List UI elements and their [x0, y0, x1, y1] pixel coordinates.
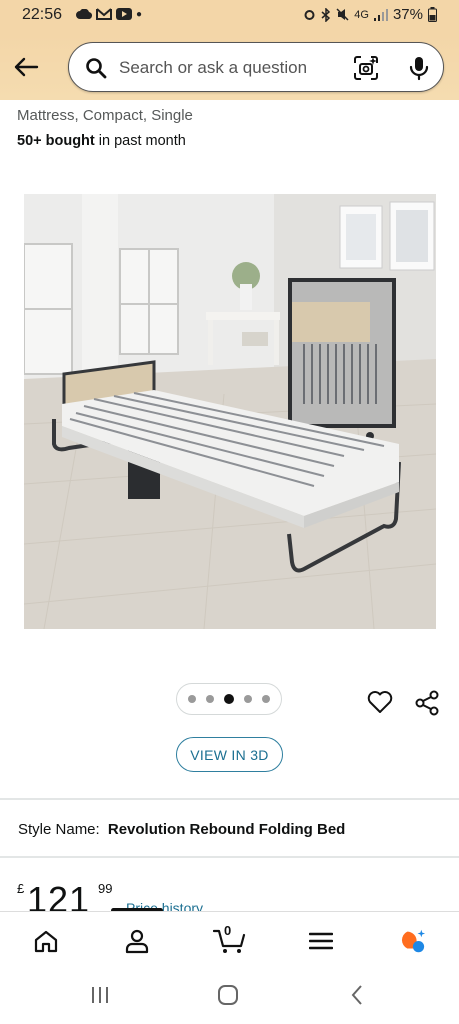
- home-icon: [34, 930, 58, 953]
- signal-icon: [373, 8, 388, 21]
- cloud-icon: [76, 9, 92, 19]
- bought-rest: in past month: [94, 133, 186, 149]
- back-system-button[interactable]: [345, 983, 369, 1007]
- hamburger-menu-icon: [309, 932, 333, 950]
- status-right: 4G 37%: [303, 6, 437, 23]
- nav-home[interactable]: [31, 926, 61, 956]
- nav-account[interactable]: [122, 926, 152, 956]
- divider: [0, 798, 459, 800]
- battery-percent: 37%: [392, 6, 423, 23]
- network-type: 4G: [354, 8, 369, 21]
- bluetooth-icon: [321, 7, 331, 22]
- carousel-dot-active[interactable]: [224, 694, 234, 704]
- youtube-icon: [116, 8, 132, 20]
- nav-rufus-ai[interactable]: [396, 926, 426, 956]
- image-carousel-indicator[interactable]: [176, 683, 282, 715]
- system-navigation-bar: [0, 967, 459, 1024]
- battery-icon: [428, 7, 437, 22]
- camera-lens-icon[interactable]: [353, 55, 379, 81]
- cart-count: 0: [224, 923, 232, 938]
- product-title-fragment[interactable]: Mattress, Compact, Single: [17, 107, 193, 124]
- share-button[interactable]: [414, 690, 440, 721]
- carousel-dot[interactable]: [188, 695, 196, 703]
- gmail-icon: [96, 8, 112, 20]
- home-circle-icon: [218, 985, 238, 1005]
- microphone-icon[interactable]: [409, 55, 429, 81]
- back-button[interactable]: [10, 51, 42, 83]
- style-value: Revolution Rebound Folding Bed: [107, 821, 346, 838]
- nav-cart[interactable]: 0: [212, 923, 248, 956]
- home-system-button[interactable]: [216, 983, 240, 1007]
- carousel-dot[interactable]: [262, 695, 270, 703]
- bought-bold: 50+ bought: [17, 133, 95, 149]
- style-label: Style Name:: [18, 821, 100, 838]
- share-icon: [415, 690, 439, 716]
- rufus-ai-icon: [401, 929, 426, 953]
- style-name-row[interactable]: Style Name: Revolution Rebound Folding B…: [18, 821, 345, 838]
- more-notifications-icon: ●: [136, 8, 143, 20]
- mute-icon: [336, 8, 349, 21]
- divider: [0, 856, 459, 858]
- back-chevron-icon: [351, 985, 362, 1005]
- heart-icon: [367, 691, 393, 713]
- search-bar[interactable]: Search or ask a question: [68, 42, 444, 92]
- view-in-3d-button[interactable]: VIEW IN 3D: [176, 737, 283, 772]
- wishlist-button[interactable]: [367, 690, 393, 719]
- nav-menu[interactable]: [306, 926, 336, 956]
- person-icon: [125, 929, 149, 954]
- recent-apps-button[interactable]: [88, 983, 112, 1007]
- product-image[interactable]: [24, 194, 436, 629]
- carousel-dot[interactable]: [206, 695, 214, 703]
- back-arrow-icon: [14, 57, 39, 77]
- price-currency: £: [17, 881, 25, 896]
- price-fraction: 99: [98, 881, 113, 896]
- notification-icons: ●: [76, 8, 142, 20]
- search-input[interactable]: Search or ask a question: [119, 58, 307, 78]
- price-whole: 121: [27, 879, 91, 913]
- bought-count: 50+ bought in past month: [17, 133, 186, 149]
- recent-apps-icon: [92, 987, 108, 1003]
- alarm-icon: [304, 10, 315, 20]
- carousel-dot[interactable]: [244, 695, 252, 703]
- status-time: 22:56: [22, 6, 63, 23]
- app-header: Search or ask a question: [0, 34, 459, 100]
- search-icon: [86, 58, 107, 79]
- status-bar: 22:56 ● 4G 37%: [0, 0, 459, 34]
- bottom-nav: 0: [0, 911, 459, 967]
- folding-bed-photo: [24, 194, 436, 629]
